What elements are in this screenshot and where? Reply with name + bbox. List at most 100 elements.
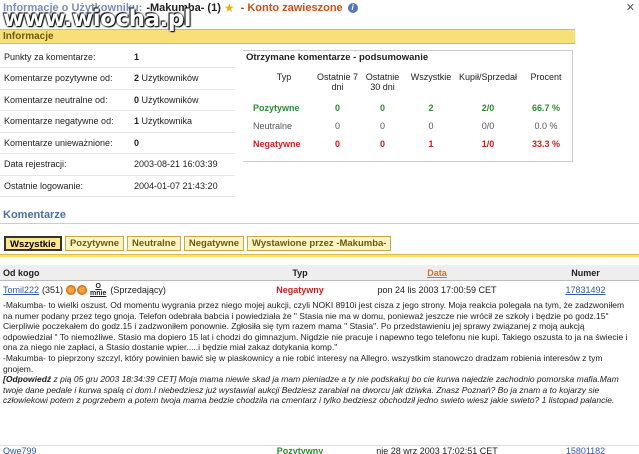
reply-label: [Odpowiedź	[3, 374, 52, 385]
comment-author: Qwe799	[0, 446, 258, 454]
summary-cell-d30: 0	[379, 139, 385, 149]
summary-cell-all: 2	[428, 103, 434, 113]
info-value: 2004-01-07 21:43:20	[130, 175, 235, 197]
info-label: Ostatnie logowanie:	[0, 175, 130, 197]
info-value-number: 1	[134, 51, 140, 62]
info-label: Komentarze neutralne od:	[0, 89, 130, 111]
table-row: Tomil222 (351) Omnie (Sprzedający) Negat…	[0, 283, 639, 297]
about-me-link[interactable]: Omnie	[90, 283, 106, 297]
comment-type: Negatywny	[276, 285, 324, 295]
star-icon: ★	[223, 1, 235, 15]
comments-table-header: Od kogo Typ Data Numer	[0, 265, 639, 281]
summary-cell-pct: 33.3 %	[531, 139, 561, 149]
comment-number: 15801182	[532, 446, 639, 454]
rating-badge-icon	[77, 285, 88, 295]
comment-author: Tomil222 (351) Omnie (Sprzedający)	[0, 283, 258, 297]
info-value-unit: Użytkowników	[141, 73, 199, 84]
auction-number-link[interactable]: 15801182	[566, 446, 605, 454]
comment-date: nie 28 wrz 2003 17:02:51 CET	[376, 445, 498, 454]
comments-section-title: Komentarze	[0, 209, 639, 224]
info-label: Komentarze unieważnione:	[0, 132, 130, 154]
summary-col-all: Wszystkie	[410, 72, 452, 82]
tab-issued-by[interactable]: Wystawione przez -Makumba-	[247, 236, 392, 251]
info-value: 2 Użytkowników	[130, 67, 235, 90]
summary-box: Otrzymane komentarze - podsumowanie Typ …	[243, 50, 573, 162]
info-row: Komentarze unieważnione: 0	[0, 132, 235, 154]
summary-cell-type: Pozytywne	[253, 103, 300, 113]
info-row: Komentarze pozytywne od: 2 Użytkowników	[0, 67, 235, 90]
comment-type: Pozytywny	[276, 445, 324, 454]
info-row: Komentarze negatywne od: 1 Użytkownika	[0, 110, 235, 133]
info-value-number: 2003-08-21 16:03:39	[134, 159, 218, 170]
info-label: Komentarze pozytywne od:	[0, 67, 130, 90]
author-link[interactable]: Qwe799	[3, 446, 37, 454]
comment-reply: [Odpowiedź z pią 05 gru 2003 18:34:39 CE…	[3, 374, 633, 406]
summary-cell-d30: 0	[379, 103, 385, 113]
about-me-label: mnie	[90, 290, 107, 297]
author-points: (351)	[42, 285, 64, 295]
comment-text: -Makumba- to wielki oszust. Od momentu w…	[3, 300, 628, 353]
col-type: Typ	[292, 267, 308, 278]
tab-negative[interactable]: Negatywne	[183, 236, 245, 251]
summary-cell-d7: 0	[334, 103, 340, 113]
comment-tabs: Wszystkie Pozytywne Neutralne Negatywne …	[4, 236, 394, 251]
info-icon[interactable]: i	[347, 3, 358, 13]
info-value-number: 0	[134, 137, 140, 148]
close-icon[interactable]: ✕	[626, 1, 635, 14]
table-row: Qwe799 Pozytywny nie 28 wrz 2003 17:02:5…	[0, 445, 639, 454]
rating-badge-icon	[66, 285, 77, 295]
tab-positive[interactable]: Pozytywne	[64, 236, 125, 251]
reply-meta: z pią 05 gru 2003 18:34:39 CET]	[53, 374, 177, 385]
info-value: 1 Użytkownika	[130, 110, 235, 133]
col-from: Od kogo	[3, 267, 40, 278]
summary-grid: Typ Ostatnie 7 dni Ostatnie 30 dni Wszys…	[243, 69, 573, 153]
comment-body: -Makumba- to wielki oszust. Od momentu w…	[3, 300, 633, 406]
col-date-sort-link[interactable]: Data	[342, 268, 532, 278]
summary-cell-ks: 0/0	[481, 121, 495, 131]
info-label: Data rejestracji:	[0, 153, 130, 176]
auction-number-link[interactable]: 17831492	[565, 285, 605, 295]
summary-col-7d: Ostatnie 7 dni	[316, 72, 359, 92]
info-row: Komentarze neutralne od: 0 Użytkowników	[0, 89, 235, 111]
author-link[interactable]: Tomil222	[3, 285, 39, 295]
col-number: Numer	[571, 267, 600, 278]
summary-row: Neutralne 0 0 0 0/0 0.0 %	[243, 117, 573, 135]
summary-col-percent: Procent	[530, 72, 562, 82]
info-value-number: 2	[134, 73, 140, 84]
comment-number: 17831492	[532, 285, 639, 295]
summary-cell-ks: 1/0	[481, 139, 495, 149]
summary-row: Negatywne 0 0 1 1/0 33.3 %	[243, 135, 573, 153]
summary-cell-d7: 0	[334, 121, 340, 131]
tab-neutral[interactable]: Neutralne	[127, 236, 181, 251]
info-label: Punkty za komentarze:	[0, 46, 130, 68]
info-value-number: 0	[134, 94, 140, 105]
header-dash: -	[240, 2, 245, 14]
info-row: Punkty za komentarze: 1	[0, 46, 235, 68]
info-label: Komentarze negatywne od:	[0, 110, 130, 133]
summary-cell-pct: 0.0 %	[534, 121, 558, 131]
summary-col-buy-sell: Kupił/Sprzedał	[458, 72, 518, 82]
summary-header-row: Typ Ostatnie 7 dni Ostatnie 30 dni Wszys…	[243, 69, 573, 99]
summary-cell-type: Neutralne	[253, 121, 293, 131]
info-value: 0	[130, 132, 235, 154]
summary-cell-all: 0	[428, 121, 434, 131]
suspended-status: Konto zawieszone	[247, 2, 343, 14]
info-value-number: 1	[134, 116, 140, 127]
info-value: 0 Użytkowników	[130, 89, 235, 111]
summary-cell-pct: 66.7 %	[531, 103, 561, 113]
author-role: (Sprzedający)	[110, 285, 166, 295]
summary-cell-d7: 0	[334, 139, 340, 149]
info-value: 1	[130, 46, 235, 68]
info-row: Ostatnie logowanie: 2004-01-07 21:43:20	[0, 175, 235, 197]
info-value-number: 2004-01-07 21:43:20	[134, 180, 218, 191]
summary-cell-ks: 2/0	[481, 103, 495, 113]
summary-title: Otrzymane komentarze - podsumowanie	[246, 52, 429, 63]
summary-cell-type: Negatywne	[253, 139, 301, 149]
info-row: Data rejestracji: 2003-08-21 16:03:39	[0, 153, 235, 176]
info-value-unit: Użytkownika	[141, 116, 193, 127]
tab-all[interactable]: Wszystkie	[4, 236, 62, 251]
info-table: Punkty za komentarze: 1 Komentarze pozyty…	[0, 46, 235, 197]
info-value: 2003-08-21 16:03:39	[130, 153, 235, 176]
header-rating-count: (1)	[207, 2, 221, 14]
info-value-unit: Użytkowników	[141, 94, 199, 105]
